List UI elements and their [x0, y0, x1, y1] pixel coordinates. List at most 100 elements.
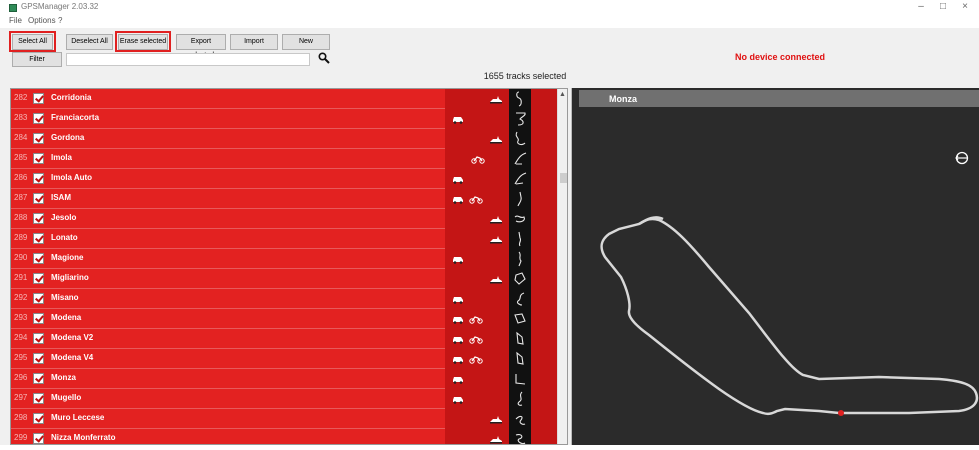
track-checkbox[interactable] — [33, 433, 44, 444]
track-row[interactable]: 292 Misano — [11, 289, 557, 309]
row-tail — [531, 329, 557, 349]
new-button[interactable]: New — [282, 34, 330, 50]
row-tail — [531, 369, 557, 389]
track-row[interactable]: 295 Modena V4 — [11, 349, 557, 369]
deselect-all-button[interactable]: Deselect All — [66, 34, 113, 50]
rotate-icon[interactable] — [955, 151, 969, 165]
erase-selected-button[interactable]: Erase selected — [118, 34, 168, 50]
track-thumbnail-icon — [514, 272, 526, 285]
track-number: 290 — [14, 253, 28, 262]
car-icon — [453, 317, 463, 324]
track-row[interactable]: 296 Monza — [11, 369, 557, 389]
track-row[interactable]: 293 Modena — [11, 309, 557, 329]
track-number: 297 — [14, 393, 28, 402]
track-checkbox[interactable] — [33, 273, 44, 284]
row-tail — [531, 89, 557, 109]
car-icon — [453, 397, 463, 404]
search-icon[interactable] — [318, 52, 330, 64]
track-checkbox[interactable] — [33, 173, 44, 184]
track-row[interactable]: 282 Corridonia — [11, 89, 557, 109]
track-checkbox[interactable] — [33, 333, 44, 344]
track-name: Mugello — [51, 393, 82, 402]
row-tail — [531, 189, 557, 209]
import-button[interactable]: Import — [230, 34, 278, 50]
menu-file[interactable]: File — [9, 16, 22, 25]
track-row[interactable]: 289 Lonato — [11, 229, 557, 249]
track-thumbnail-icon — [516, 331, 524, 345]
track-number: 291 — [14, 273, 28, 282]
track-row[interactable]: 298 Muro Leccese — [11, 409, 557, 429]
track-checkbox[interactable] — [33, 413, 44, 424]
scroll-up-icon[interactable]: ▲ — [559, 91, 566, 98]
track-name: Modena V4 — [51, 353, 94, 362]
car-icon — [453, 377, 463, 384]
filter-button[interactable]: Filter — [12, 52, 62, 67]
track-thumbnail — [509, 349, 531, 369]
track-thumbnail-icon — [517, 391, 523, 406]
track-row[interactable]: 291 Migliarino — [11, 269, 557, 289]
track-name: Monza — [51, 373, 76, 382]
row-tail — [531, 109, 557, 129]
track-thumbnail-icon — [515, 415, 526, 425]
track-checkbox[interactable] — [33, 113, 44, 124]
track-checkbox[interactable] — [33, 193, 44, 204]
track-row[interactable]: 287 ISAM — [11, 189, 557, 209]
track-thumbnail — [509, 189, 531, 209]
scroll-thumb[interactable] — [560, 173, 567, 183]
filter-input[interactable] — [66, 53, 310, 66]
track-checkbox[interactable] — [33, 393, 44, 404]
map-panel: Monza — [571, 88, 979, 445]
app-icon — [9, 4, 17, 12]
row-tail — [531, 249, 557, 269]
track-number: 299 — [14, 433, 28, 442]
track-thumbnail — [509, 429, 531, 444]
track-thumbnail — [509, 289, 531, 309]
track-thumbnail-icon — [516, 351, 524, 365]
track-row[interactable]: 283 Franciacorta — [11, 109, 557, 129]
track-number: 292 — [14, 293, 28, 302]
menu-options[interactable]: Options — [28, 16, 56, 25]
track-checkbox[interactable] — [33, 253, 44, 264]
track-row[interactable]: 290 Magione — [11, 249, 557, 269]
track-checkbox[interactable] — [33, 293, 44, 304]
close-button[interactable]: × — [958, 1, 972, 12]
track-checkbox[interactable] — [33, 353, 44, 364]
list-scrollbar[interactable]: ▲ — [557, 89, 567, 444]
track-thumbnail-icon — [515, 434, 526, 444]
row-tail — [531, 349, 557, 369]
track-row[interactable]: 285 Imola — [11, 149, 557, 169]
row-tail — [531, 149, 557, 169]
track-name: Franciacorta — [51, 113, 100, 122]
track-checkbox[interactable] — [33, 133, 44, 144]
kart-icon — [490, 276, 502, 284]
track-row[interactable]: 299 Nizza Monferrato — [11, 429, 557, 444]
track-number: 287 — [14, 193, 28, 202]
maximize-button[interactable]: □ — [936, 1, 950, 12]
minimize-button[interactable]: – — [914, 1, 928, 12]
track-name: Nizza Monferrato — [51, 433, 116, 442]
map-canvas[interactable] — [579, 107, 979, 445]
track-number: 296 — [14, 373, 28, 382]
select-all-button[interactable]: Select All — [12, 34, 53, 50]
kart-icon — [490, 416, 502, 424]
track-checkbox[interactable] — [33, 313, 44, 324]
track-checkbox[interactable] — [33, 233, 44, 244]
track-checkbox[interactable] — [33, 93, 44, 104]
track-row[interactable]: 294 Modena V2 — [11, 329, 557, 349]
track-row[interactable]: 297 Mugello — [11, 389, 557, 409]
track-checkbox[interactable] — [33, 213, 44, 224]
track-thumbnail — [509, 249, 531, 269]
track-row[interactable]: 284 Gordona — [11, 129, 557, 149]
track-row[interactable]: 288 Jesolo — [11, 209, 557, 229]
menu-help[interactable]: ? — [58, 16, 62, 25]
track-thumbnail-icon — [515, 131, 526, 146]
track-name: Modena — [51, 313, 82, 322]
track-checkbox[interactable] — [33, 373, 44, 384]
export-selected-button[interactable]: Export selected — [176, 34, 226, 59]
track-thumbnail-icon — [517, 191, 522, 207]
track-number: 284 — [14, 133, 28, 142]
track-name: Gordona — [51, 133, 85, 142]
row-tail — [531, 309, 557, 329]
track-row[interactable]: 286 Imola Auto — [11, 169, 557, 189]
track-checkbox[interactable] — [33, 153, 44, 164]
